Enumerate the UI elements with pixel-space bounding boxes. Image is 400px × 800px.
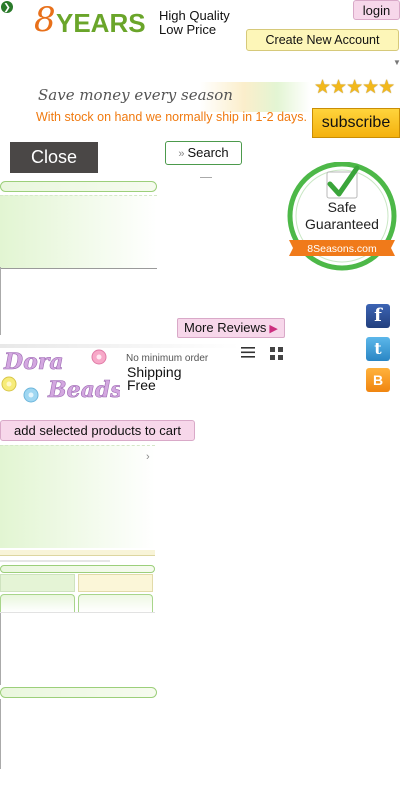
divider (0, 612, 155, 613)
logo-word: YEARS (56, 8, 146, 38)
caret-down-icon: ▼ (393, 58, 400, 67)
search-button[interactable]: » Search (165, 141, 242, 165)
back-arrow-icon[interactable]: ❯ (1, 1, 13, 13)
tab[interactable] (0, 574, 75, 592)
tagline-line-1: High Quality (159, 8, 230, 23)
chevron-right-icon[interactable]: › (146, 451, 150, 463)
section-header-bar[interactable] (0, 687, 157, 698)
subscribe-button[interactable]: subscribe (312, 108, 400, 138)
free-shipping: Shipping Free (127, 365, 182, 393)
more-reviews-label: More Reviews (184, 320, 267, 335)
product-list-panel (0, 445, 155, 548)
divider (0, 613, 1, 685)
divider (0, 699, 1, 769)
close-button[interactable]: Close (10, 142, 98, 173)
badge-line-2: Guaranteed (305, 216, 379, 232)
shop-logo[interactable]: Dora Beads (0, 347, 120, 405)
shipping-note: With stock on hand we normally ship in 1… (36, 110, 307, 124)
product-panel (0, 195, 157, 269)
login-button[interactable]: login (353, 0, 400, 20)
shop-logo-line-2: Beads (47, 377, 120, 403)
hamburger-icon[interactable] (241, 347, 255, 358)
badge-line-1: Safe (328, 199, 357, 215)
tagline-line-2: Low Price (159, 22, 217, 37)
search-label: Search (187, 145, 229, 160)
create-account-button[interactable]: Create New Account (246, 29, 399, 51)
shop-logo-line-1: Dora (3, 349, 64, 375)
more-reviews-button[interactable]: More Reviews ▶ (177, 318, 285, 338)
play-arrow-icon: ▶ (269, 323, 278, 335)
grid-icon[interactable] (270, 347, 283, 360)
divider (200, 177, 212, 178)
divider (0, 560, 110, 562)
tab[interactable] (0, 594, 75, 612)
add-to-cart-button[interactable]: add selected products to cart (0, 420, 195, 441)
chevron-right-icon: » (178, 148, 185, 160)
badge-site: 8Seasons.com (307, 243, 377, 255)
banner-slogan: Save money every season (38, 86, 233, 104)
twitter-icon[interactable]: t (366, 337, 390, 361)
section-header-bar[interactable] (0, 181, 157, 192)
facebook-icon[interactable]: f (366, 304, 390, 328)
divider (0, 267, 1, 335)
tab[interactable] (78, 574, 153, 592)
blogger-icon[interactable]: B (366, 368, 390, 392)
rating-stars: ★★★★★ (314, 77, 395, 98)
free-shipping-line-2: Free (127, 377, 156, 393)
safe-guaranteed-badge: Safe Guaranteed 8Seasons.com (287, 162, 397, 271)
logo-number: 8 (34, 0, 56, 40)
tab[interactable] (78, 594, 153, 612)
section-header-bar[interactable] (0, 565, 155, 573)
tagline: High Quality Low Price (159, 9, 230, 37)
min-order-note: No minimum order (126, 353, 209, 364)
divider (0, 550, 155, 556)
